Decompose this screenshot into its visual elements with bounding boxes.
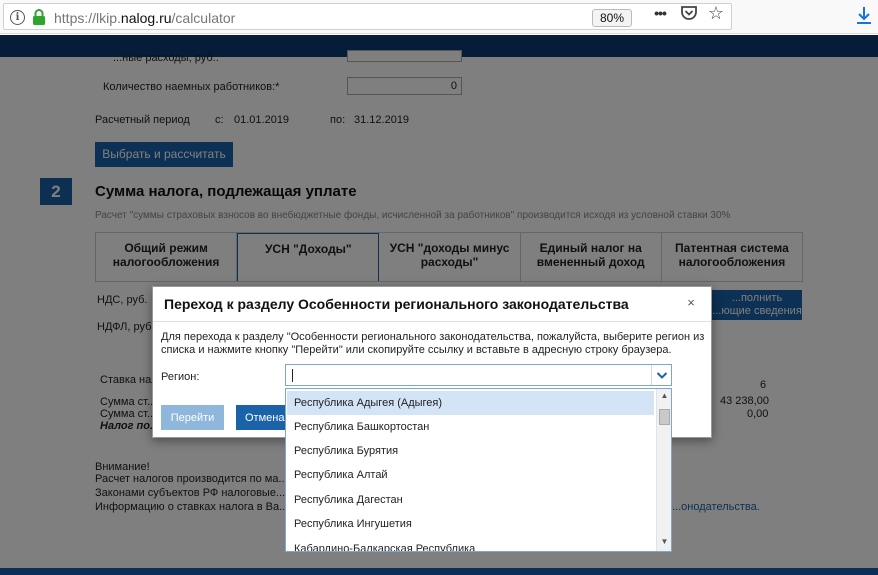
browser-toolbar: i https://lkip.nalog.ru/calculator 80% •… xyxy=(0,0,878,34)
option-kabardino-balkaria[interactable]: Кабардино-Балкарская Республика xyxy=(287,537,654,551)
more-actions-icon[interactable]: ••• xyxy=(650,5,670,21)
region-label: Регион: xyxy=(161,371,200,383)
url-prefix: https://lkip. xyxy=(54,10,121,26)
info-icon[interactable]: i xyxy=(10,10,25,25)
option-altai[interactable]: Республика Алтай xyxy=(287,463,654,487)
pocket-icon[interactable] xyxy=(680,5,698,21)
modal-divider xyxy=(153,321,711,322)
bookmark-star-icon[interactable]: ☆ xyxy=(706,3,726,23)
go-button[interactable]: Перейти xyxy=(161,405,224,430)
zoom-level-badge[interactable]: 80% xyxy=(592,9,632,27)
text-cursor xyxy=(292,369,293,382)
option-ingushetia[interactable]: Республика Ингушетия xyxy=(287,512,654,536)
option-dagestan[interactable]: Республика Дагестан xyxy=(287,488,654,512)
url-domain: nalog.ru xyxy=(120,10,172,26)
close-icon[interactable]: × xyxy=(683,295,699,311)
region-select-input[interactable] xyxy=(285,364,672,386)
scroll-up-icon[interactable]: ▲ xyxy=(660,391,669,400)
chevron-down-icon[interactable] xyxy=(651,365,671,385)
url-path: /calculator xyxy=(171,10,236,26)
scroll-down-icon[interactable]: ▼ xyxy=(660,537,669,546)
site-footer-strip xyxy=(0,568,878,575)
modal-description: Для перехода к разделу "Особенности реги… xyxy=(161,331,705,356)
region-dropdown-list[interactable]: Республика Адыгея (Адыгея) Республика Ба… xyxy=(285,388,672,552)
download-icon[interactable] xyxy=(855,5,873,27)
option-buryatia[interactable]: Республика Бурятия xyxy=(287,439,654,463)
lock-icon[interactable] xyxy=(32,9,46,25)
address-bar[interactable]: i https://lkip.nalog.ru/calculator 80% xyxy=(3,3,732,30)
dropdown-scrollbar[interactable]: ▲ ▼ xyxy=(656,389,671,551)
url-text[interactable]: https://lkip.nalog.ru/calculator xyxy=(54,10,235,26)
option-adygea[interactable]: Республика Адыгея (Адыгея) xyxy=(287,391,654,415)
option-bashkortostan[interactable]: Республика Башкортостан xyxy=(287,415,654,439)
scrollbar-thumb[interactable] xyxy=(659,409,670,425)
modal-title: Переход к разделу Особенности региональн… xyxy=(164,296,629,312)
